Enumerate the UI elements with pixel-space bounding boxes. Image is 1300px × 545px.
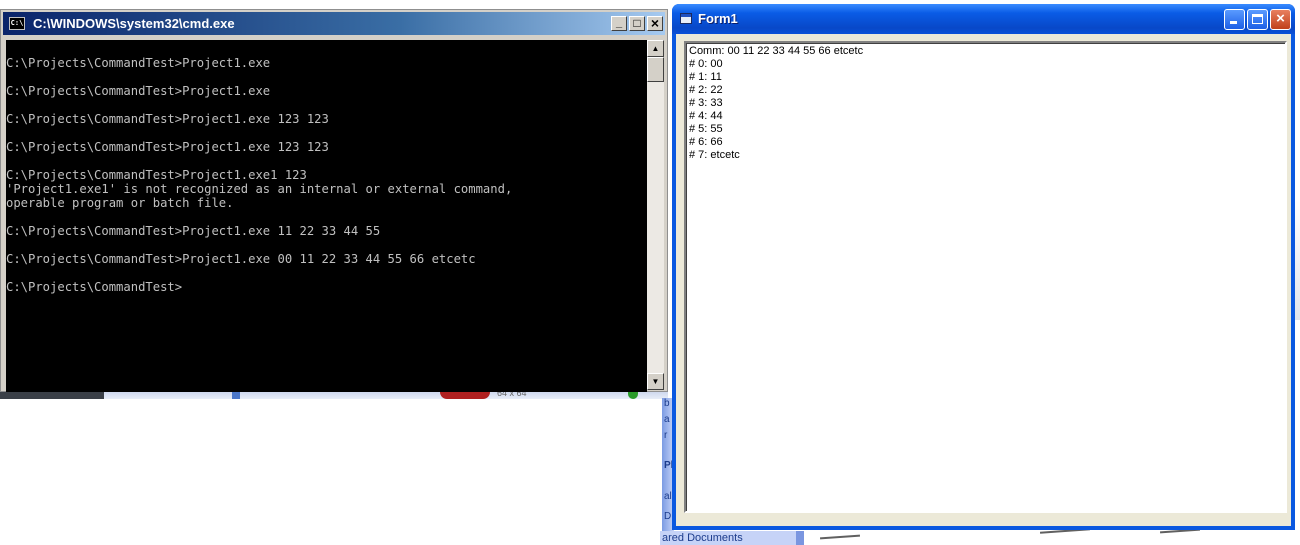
console-line: C:\Projects\CommandTest>Project1.exe 123… bbox=[6, 140, 329, 154]
memo-line: # 4: 44 bbox=[689, 110, 723, 122]
memo-line: # 0: 00 bbox=[689, 58, 723, 70]
console-line: operable program or batch file. bbox=[6, 196, 234, 210]
close-button[interactable]: × bbox=[1270, 9, 1291, 30]
maximize-button[interactable]: □ bbox=[629, 16, 645, 31]
form1-title-bar[interactable]: Form1 × bbox=[672, 4, 1295, 34]
panel-fragment: b bbox=[664, 398, 670, 409]
background-blue-block bbox=[232, 392, 240, 399]
cmd-title-bar[interactable]: C:\ C:\WINDOWS\system32\cmd.exe _ □ × bbox=[3, 12, 665, 35]
background-dash bbox=[819, 534, 861, 540]
minimize-button[interactable]: _ bbox=[611, 16, 627, 31]
memo-line: # 2: 22 bbox=[689, 84, 723, 96]
memo-line: # 7: etcetc bbox=[689, 149, 740, 161]
console-line: C:\Projects\CommandTest>Project1.exe 123… bbox=[6, 112, 329, 126]
background-taskbar-fragment: 64 x 64 bbox=[0, 388, 668, 399]
close-button[interactable]: × bbox=[647, 16, 663, 31]
memo-line: # 5: 55 bbox=[689, 123, 723, 135]
scroll-up-button[interactable]: ▲ bbox=[647, 40, 664, 57]
panel-fragment: D bbox=[664, 511, 672, 522]
cmd-window-title: C:\WINDOWS\system32\cmd.exe bbox=[33, 16, 235, 31]
console-line: C:\Projects\CommandTest> bbox=[6, 280, 183, 294]
console-line: C:\Projects\CommandTest>Project1.exe1 12… bbox=[6, 168, 307, 182]
console-line: C:\Projects\CommandTest>Project1.exe bbox=[6, 56, 271, 70]
background-dark-block bbox=[0, 392, 104, 399]
console-output[interactable]: C:\Projects\CommandTest>Project1.exe C:\P… bbox=[6, 40, 647, 392]
console-line: C:\Projects\CommandTest>Project1.exe bbox=[6, 84, 271, 98]
form1-window-title: Form1 bbox=[698, 11, 738, 26]
panel-fragment: r bbox=[664, 430, 668, 441]
memo-line: # 3: 33 bbox=[689, 97, 723, 109]
shared-documents-label: ared Documents bbox=[662, 532, 743, 544]
maximize-button[interactable] bbox=[1247, 9, 1268, 30]
memo-line: # 1: 11 bbox=[689, 71, 722, 83]
form-icon[interactable] bbox=[680, 13, 692, 24]
scroll-thumb[interactable] bbox=[647, 57, 664, 82]
background-red-icon bbox=[440, 392, 490, 399]
console-line: C:\Projects\CommandTest>Project1.exe 11 … bbox=[6, 224, 381, 238]
console-line: 'Project1.exe1' is not recognized as an … bbox=[6, 182, 513, 196]
memo-line: # 6: 66 bbox=[689, 136, 723, 148]
panel-fragment: a bbox=[664, 414, 670, 425]
minimize-button[interactable] bbox=[1224, 9, 1245, 30]
output-memo[interactable]: Comm: 00 11 22 33 44 55 66 etcetc # 0: 00… bbox=[684, 41, 1287, 513]
console-icon[interactable]: C:\ bbox=[9, 17, 25, 30]
form1-window[interactable]: Form1 × Comm: 00 11 22 33 44 55 66 etcet… bbox=[672, 4, 1295, 530]
scroll-down-button[interactable]: ▼ bbox=[647, 373, 664, 390]
shared-documents-link[interactable]: ared Documents bbox=[660, 531, 804, 545]
console-line: C:\Projects\CommandTest>Project1.exe 00 … bbox=[6, 252, 476, 266]
background-green-icon bbox=[628, 392, 638, 399]
panel-fragment: al bbox=[664, 491, 672, 502]
console-vertical-scrollbar[interactable]: ▲ ▼ bbox=[647, 40, 664, 390]
memo-line: Comm: 00 11 22 33 44 55 66 etcetc bbox=[689, 45, 864, 57]
background-blue-edge bbox=[796, 531, 804, 545]
cmd-window[interactable]: C:\ C:\WINDOWS\system32\cmd.exe _ □ × C:… bbox=[0, 9, 668, 392]
form1-client-area: Comm: 00 11 22 33 44 55 66 etcetc # 0: 00… bbox=[676, 34, 1291, 526]
